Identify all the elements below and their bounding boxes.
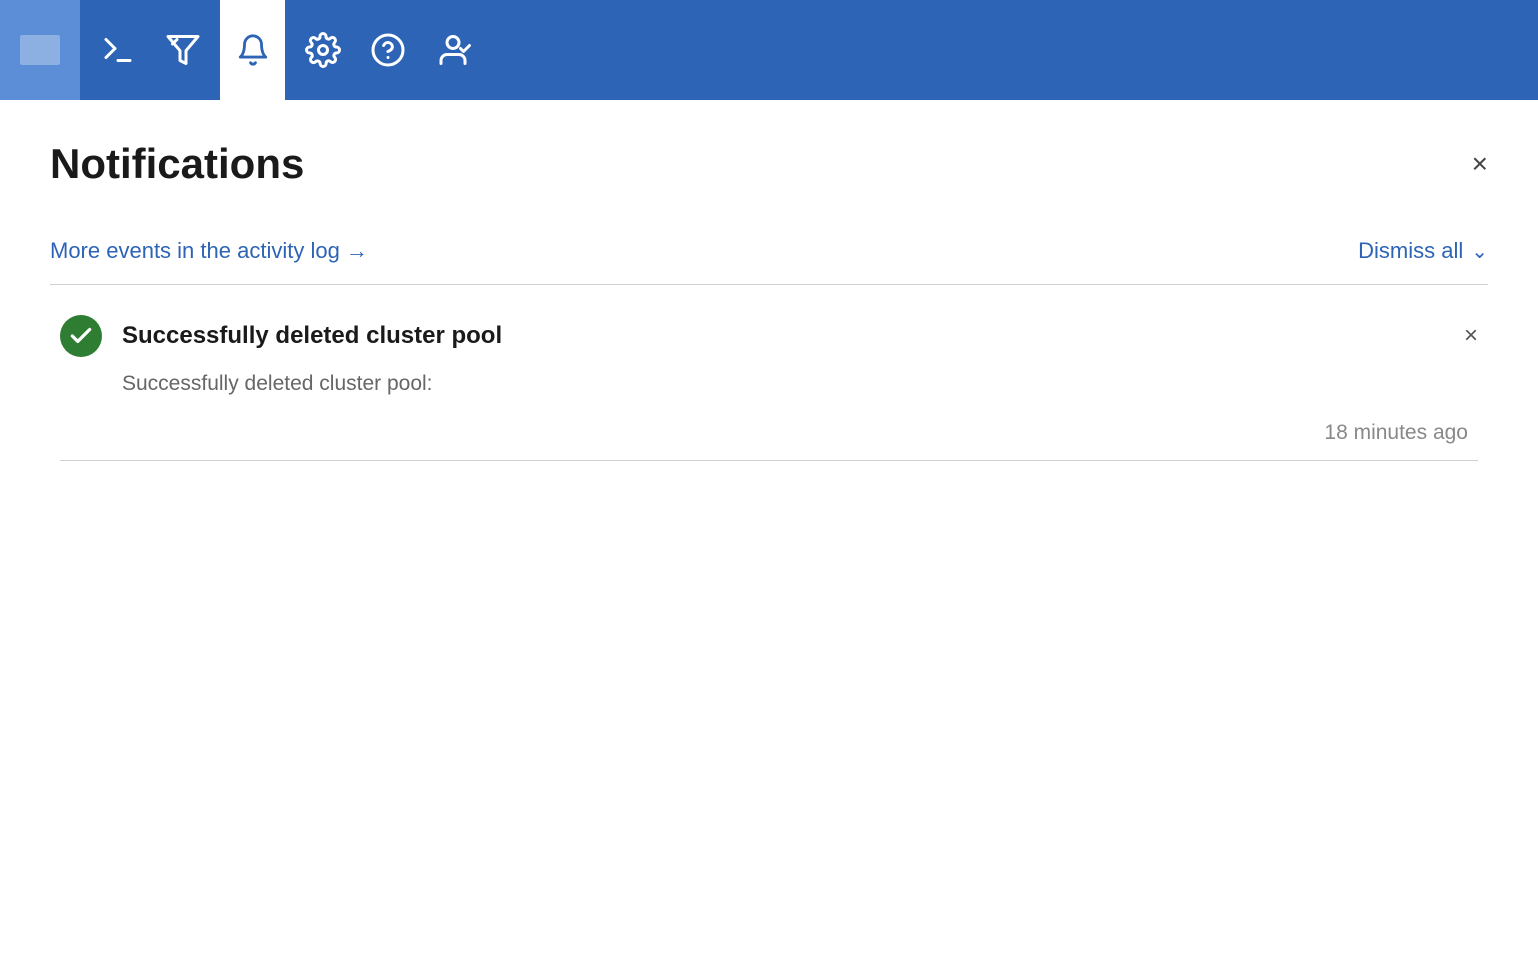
help-button[interactable] (360, 20, 415, 80)
topbar-right-icons (285, 0, 1538, 100)
notification-body: Successfully deleted cluster pool: (60, 372, 1478, 396)
notification-title: Successfully deleted cluster pool (122, 322, 502, 350)
bell-icon (236, 33, 270, 67)
notifications-header: Notifications × (50, 140, 1488, 188)
notification-item-header: Successfully deleted cluster pool × (60, 315, 1478, 357)
checkmark-icon (68, 323, 94, 349)
notification-item: Successfully deleted cluster pool × Succ… (50, 285, 1488, 481)
topbar-logo (0, 0, 80, 100)
gear-icon (305, 32, 341, 68)
help-icon (370, 32, 406, 68)
notifications-title: Notifications (50, 140, 304, 188)
notification-dismiss-button[interactable]: × (1464, 324, 1478, 348)
notification-timestamp: 18 minutes ago (60, 421, 1478, 445)
account-icon (435, 32, 471, 68)
notification-divider-bottom (60, 460, 1478, 461)
logo-icon (20, 35, 60, 65)
notifications-button[interactable] (220, 0, 285, 100)
account-button[interactable] (425, 20, 480, 80)
topbar-left-icons (80, 0, 220, 100)
notifications-actions: More events in the activity log → Dismis… (50, 238, 1488, 264)
notifications-panel: Notifications × More events in the activ… (0, 100, 1538, 481)
success-icon (60, 315, 102, 357)
filter-button[interactable] (155, 20, 210, 80)
notifications-close-button[interactable]: × (1472, 150, 1488, 178)
terminal-icon (100, 32, 136, 68)
filter-icon (165, 32, 201, 68)
dismiss-all-button[interactable]: Dismiss all ⌄ (1358, 238, 1488, 264)
activity-log-link[interactable]: More events in the activity log → (50, 238, 368, 264)
notification-item-left: Successfully deleted cluster pool (60, 315, 502, 357)
dismiss-all-label: Dismiss all (1358, 238, 1463, 264)
chevron-down-icon: ⌄ (1471, 239, 1488, 264)
topbar (0, 0, 1538, 100)
settings-button[interactable] (295, 20, 350, 80)
terminal-button[interactable] (90, 20, 145, 80)
